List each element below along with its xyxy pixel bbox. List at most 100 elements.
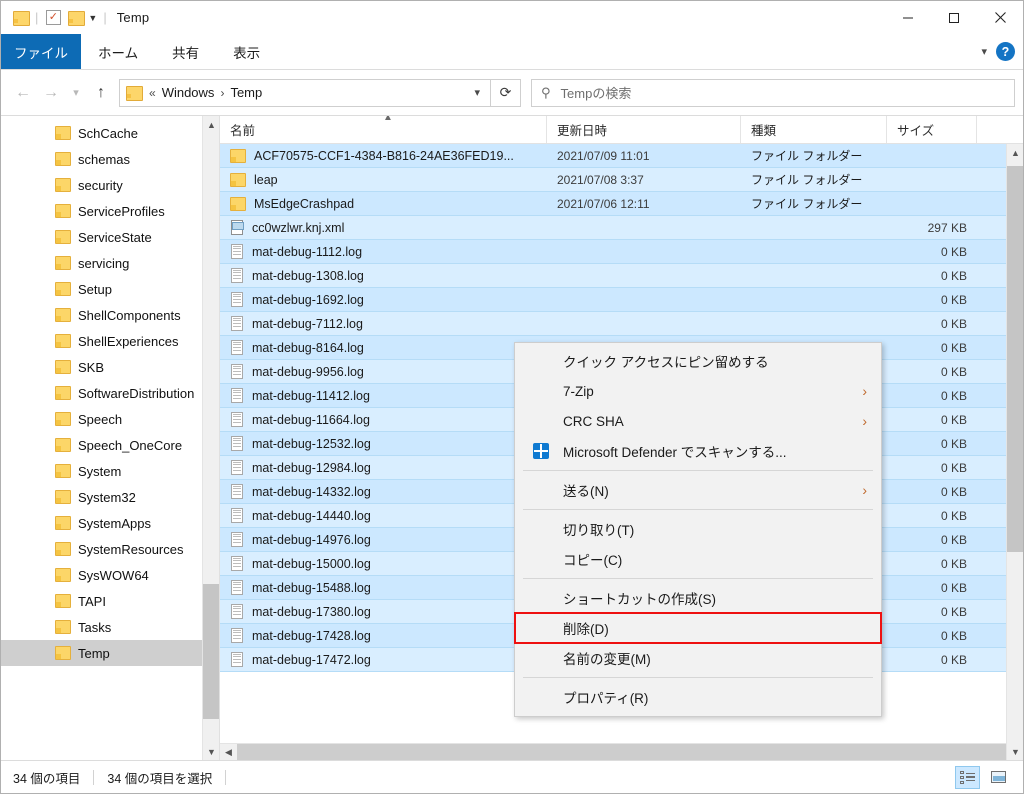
menu-item-5[interactable]: 切り取り(T)	[515, 514, 881, 544]
table-row[interactable]: MsEdgeCrashpad2021/07/06 12:11ファイル フォルダー	[220, 192, 1023, 216]
forward-arrow-icon[interactable]: →	[37, 79, 65, 107]
table-row[interactable]: mat-debug-7112.log0 KB	[220, 312, 1023, 336]
tab-home[interactable]: ホーム	[81, 34, 155, 69]
sidebar-item-security[interactable]: security	[1, 172, 219, 198]
menu-item-0[interactable]: クイック アクセスにピン留めする	[515, 346, 881, 376]
scrollbar-thumb[interactable]	[203, 584, 220, 719]
cell-size: 0 KB	[887, 413, 977, 427]
hscrollbar-thumb[interactable]	[237, 744, 1006, 760]
menu-item-4[interactable]: 送る(N)›	[515, 475, 881, 505]
sidebar-item-skb[interactable]: SKB	[1, 354, 219, 380]
table-row[interactable]: ACF70575-CCF1-4384-B816-24AE36FED19...20…	[220, 144, 1023, 168]
folder-icon[interactable]	[9, 7, 31, 29]
column-header-size[interactable]: サイズ	[887, 116, 977, 143]
recent-locations-icon[interactable]: ▾	[65, 79, 87, 107]
cell-size: 0 KB	[887, 581, 977, 595]
sidebar-item-servicestate[interactable]: ServiceState	[1, 224, 219, 250]
sidebar-item-servicing[interactable]: servicing	[1, 250, 219, 276]
tab-share-label: 共有	[172, 42, 199, 62]
up-arrow-icon[interactable]: ↑	[87, 79, 115, 107]
sidebar-item-systemresources[interactable]: SystemResources	[1, 536, 219, 562]
sidebar-item-syswow64[interactable]: SysWOW64	[1, 562, 219, 588]
folder-icon	[55, 386, 71, 400]
navigation-scrollbar[interactable]: ▲ ▼	[202, 116, 219, 760]
large-icons-view-button[interactable]	[986, 766, 1011, 789]
file-name-label: mat-debug-1112.log	[252, 245, 362, 259]
menu-item-10[interactable]: プロパティ(R)	[515, 682, 881, 712]
column-header-size-label: サイズ	[897, 120, 934, 139]
sidebar-item-setup[interactable]: Setup	[1, 276, 219, 302]
address-bar[interactable]: « Windows › Temp ▾	[119, 79, 491, 107]
sidebar-item-shellcomponents[interactable]: ShellComponents	[1, 302, 219, 328]
cell-name: mat-debug-14332.log	[220, 483, 547, 500]
column-header-date[interactable]: 更新日時	[547, 116, 741, 143]
sidebar-item-system[interactable]: System	[1, 458, 219, 484]
new-folder-icon[interactable]	[64, 7, 86, 29]
back-arrow-icon[interactable]: ←	[9, 79, 37, 107]
sidebar-item-schemas[interactable]: schemas	[1, 146, 219, 172]
tab-file[interactable]: ファイル	[1, 34, 81, 69]
breadcrumb-temp[interactable]: Temp	[230, 85, 262, 100]
scroll-left-icon[interactable]: ◀	[220, 744, 237, 760]
scrollbar-thumb[interactable]	[1007, 166, 1023, 552]
text-file-icon	[230, 459, 244, 476]
table-row[interactable]: mat-debug-1692.log0 KB	[220, 288, 1023, 312]
text-file-icon	[230, 603, 244, 620]
breadcrumb-overflow[interactable]: «	[148, 86, 157, 100]
refresh-icon[interactable]: ⟳	[491, 79, 521, 107]
help-icon[interactable]: ?	[996, 42, 1015, 61]
chevron-down-icon[interactable]: ▼	[86, 13, 99, 23]
scroll-up-icon[interactable]: ▲	[1007, 144, 1023, 161]
cell-name: mat-debug-11412.log	[220, 387, 547, 404]
menu-item-9[interactable]: 名前の変更(M)	[515, 643, 881, 673]
column-header-type-label: 種類	[751, 120, 776, 139]
sidebar-item-softwaredistribution[interactable]: SoftwareDistribution	[1, 380, 219, 406]
menu-item-1[interactable]: 7-Zip›	[515, 376, 881, 406]
menu-item-2[interactable]: CRC SHA›	[515, 406, 881, 436]
table-row[interactable]: cc0wzlwr.knj.xml297 KB	[220, 216, 1023, 240]
menu-item-3[interactable]: Microsoft Defender でスキャンする...	[515, 436, 881, 466]
maximize-icon[interactable]	[931, 1, 977, 34]
search-box[interactable]: ⚲ Tempの検索	[531, 79, 1015, 107]
minimize-icon[interactable]	[885, 1, 931, 34]
details-view-button[interactable]	[955, 766, 980, 789]
sidebar-item-speech[interactable]: Speech	[1, 406, 219, 432]
column-header-type[interactable]: 種類	[741, 116, 887, 143]
chevron-down-icon[interactable]: ▾	[474, 86, 484, 99]
sidebar-item-tapi[interactable]: TAPI	[1, 588, 219, 614]
sidebar-item-speech-onecore[interactable]: Speech_OneCore	[1, 432, 219, 458]
menu-item-7[interactable]: ショートカットの作成(S)	[515, 583, 881, 613]
tab-share[interactable]: 共有	[155, 34, 216, 69]
scroll-down-icon[interactable]: ▼	[203, 743, 220, 760]
sidebar-item-tasks[interactable]: Tasks	[1, 614, 219, 640]
chevron-down-icon[interactable]: ▾	[981, 45, 987, 58]
menu-item-6[interactable]: コピー(C)	[515, 544, 881, 574]
breadcrumb-windows[interactable]: Windows	[162, 85, 215, 100]
column-header-row: ▲ 名前 更新日時 種類 サイズ	[220, 116, 1023, 144]
search-input[interactable]: Tempの検索	[561, 83, 632, 102]
sidebar-item-serviceprofiles[interactable]: ServiceProfiles	[1, 198, 219, 224]
tab-view[interactable]: 表示	[216, 34, 277, 69]
sidebar-item-schcache[interactable]: SchCache	[1, 120, 219, 146]
menu-item-8[interactable]: 削除(D)	[515, 613, 881, 643]
scroll-down-icon[interactable]: ▼	[1007, 743, 1023, 760]
menu-item-label: 削除(D)	[563, 618, 609, 638]
scroll-up-icon[interactable]: ▲	[203, 116, 220, 133]
column-header-name[interactable]: ▲ 名前	[220, 116, 547, 143]
sidebar-item-temp[interactable]: Temp	[1, 640, 219, 666]
sidebar-item-shellexperiences[interactable]: ShellExperiences	[1, 328, 219, 354]
file-list-hscrollbar[interactable]: ◀ ▶	[220, 743, 1023, 760]
sidebar-item-label: Temp	[78, 646, 110, 661]
close-icon[interactable]	[977, 1, 1023, 34]
table-row[interactable]: mat-debug-1112.log0 KB	[220, 240, 1023, 264]
properties-icon[interactable]: ✓	[42, 7, 64, 29]
file-name-label: mat-debug-15000.log	[252, 557, 371, 571]
file-list-scrollbar[interactable]: ▲ ▼	[1006, 144, 1023, 760]
cell-size: 297 KB	[887, 221, 977, 235]
context-menu[interactable]: クイック アクセスにピン留めする7-Zip›CRC SHA›Microsoft …	[514, 342, 882, 717]
sidebar-item-systemapps[interactable]: SystemApps	[1, 510, 219, 536]
cell-name: mat-debug-15488.log	[220, 579, 547, 596]
table-row[interactable]: mat-debug-1308.log0 KB	[220, 264, 1023, 288]
table-row[interactable]: leap2021/07/08 3:37ファイル フォルダー	[220, 168, 1023, 192]
sidebar-item-system32[interactable]: System32	[1, 484, 219, 510]
